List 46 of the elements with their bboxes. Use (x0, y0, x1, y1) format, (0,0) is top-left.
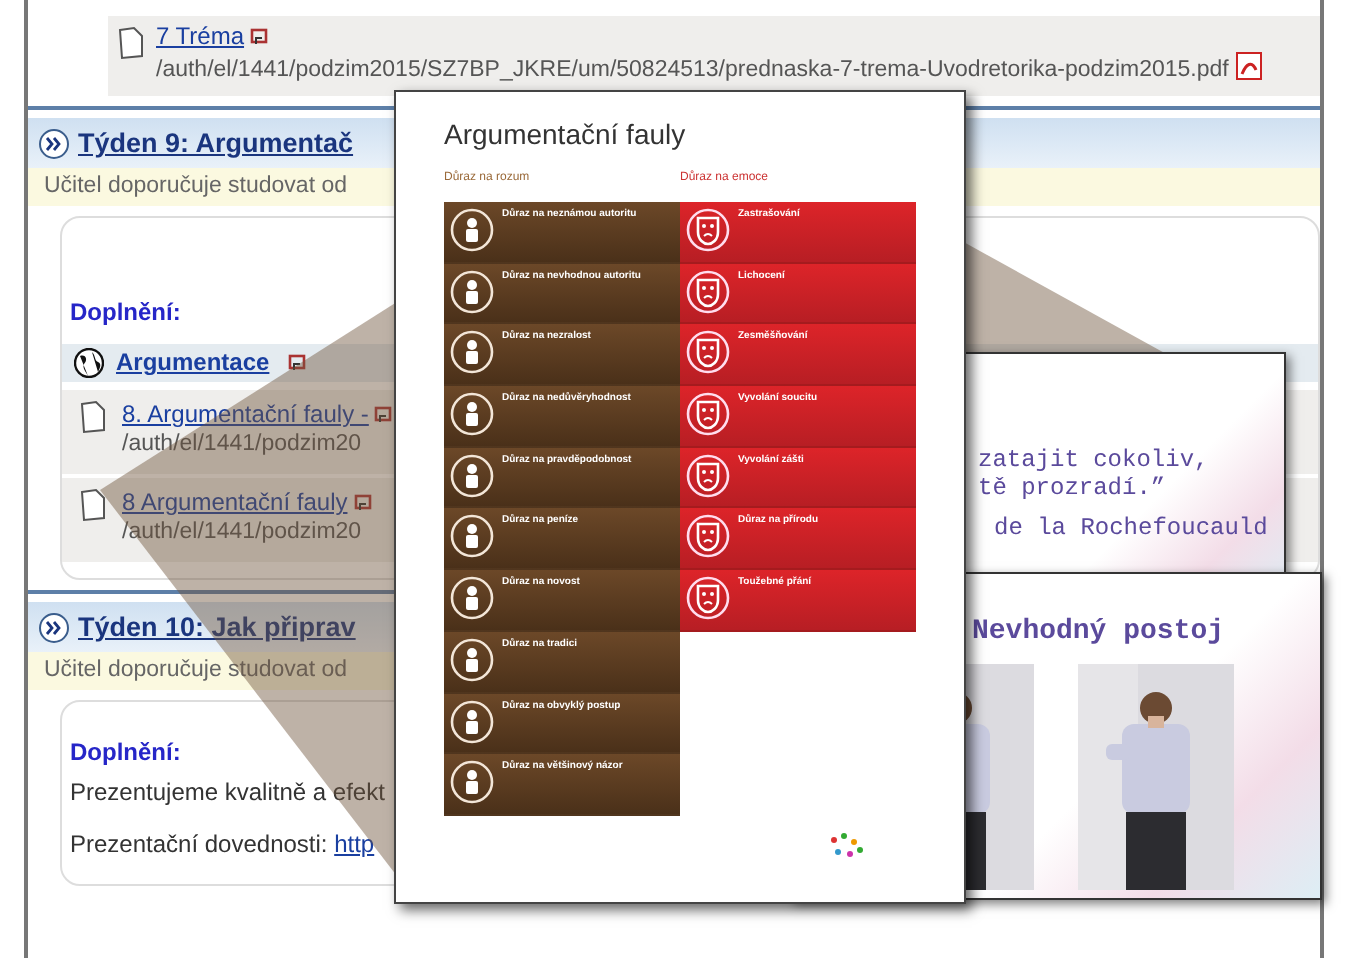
logo-drawing (828, 832, 864, 860)
supplement-label: Doplnění: (70, 738, 181, 768)
mask-icon (686, 208, 730, 252)
person-icon (450, 392, 494, 437)
supplement-text: Prezentujeme kvalitně a efekt (70, 778, 385, 806)
document-icon (78, 400, 108, 434)
file-link[interactable]: 7 Tréma (156, 22, 245, 50)
slide-title: Nevhodný postoj (972, 618, 1227, 648)
person-icon (450, 637, 494, 682)
expand-icon[interactable] (38, 611, 70, 643)
mask-icon (686, 330, 730, 375)
file-link[interactable]: 8 Argumentační fauly (122, 488, 348, 516)
mask-icon (686, 453, 730, 498)
document-icon (116, 26, 146, 60)
person-icon (450, 330, 494, 375)
external-link-icon (250, 28, 269, 47)
week-title[interactable]: Týden 10: Jak připrav (78, 610, 356, 644)
person-icon (450, 514, 494, 559)
person-icon (450, 269, 494, 314)
quote-author: de la Rochefoucauld (992, 514, 1268, 542)
mask-icon (686, 392, 730, 437)
file-path: /auth/el/1441/podzim2015/SZ7BP_JKRE/um/50824513/prednaska-7-trema-Uvodretorika-podzim2015.pdf (156, 58, 1229, 82)
person-icon (450, 699, 494, 743)
document-icon (78, 488, 108, 522)
pdf-icon (1236, 52, 1263, 80)
globe-icon (74, 348, 104, 378)
poster-title: Argumentační fauly (444, 120, 688, 150)
mask-icon (686, 576, 730, 621)
external-link-icon (374, 406, 393, 425)
teacher-note: Učitel doporučuje studovat od (44, 174, 348, 198)
person-icon (450, 208, 494, 252)
mask-icon (686, 514, 730, 559)
supplement-text: Prezentační dovednosti: (70, 830, 328, 858)
external-link-icon (353, 494, 372, 513)
web-link[interactable]: Argumentace (116, 348, 270, 378)
expand-icon[interactable] (38, 127, 70, 159)
supplement-label: Doplnění: (70, 298, 181, 328)
external-link-icon (287, 354, 306, 372)
week-title[interactable]: Týden 9: Argumentač (78, 126, 354, 160)
mask-icon (686, 269, 730, 314)
person-icon (450, 453, 494, 498)
quote-text: tě prozradí.” (978, 474, 1168, 502)
person-icon (450, 760, 494, 805)
quote-text: zatajit cokoliv, (978, 446, 1211, 474)
person-icon (450, 576, 494, 621)
url-link[interactable]: http (334, 830, 375, 858)
